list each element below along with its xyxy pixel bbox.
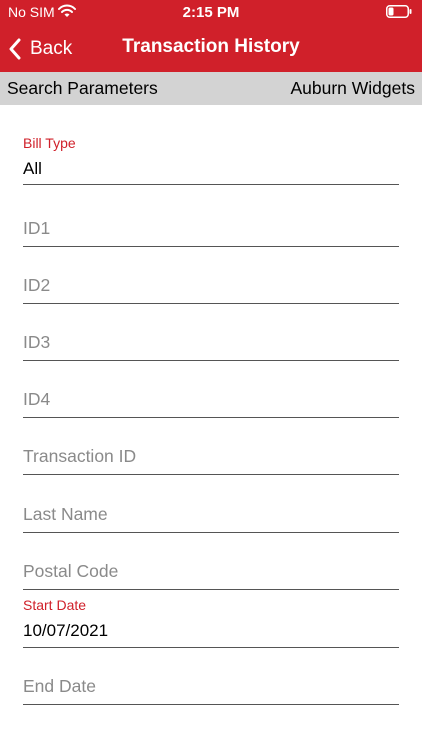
status-time: 2:15 PM — [182, 4, 240, 21]
app-header: No SIM 2:15 PM Back Transaction History — [0, 0, 422, 72]
id1-placeholder: ID1 — [23, 218, 51, 238]
transaction-id-field[interactable]: Transaction ID — [23, 433, 399, 475]
search-parameters-bar: Search Parameters Auburn Widgets — [0, 72, 422, 105]
postal-code-field[interactable]: Postal Code — [23, 548, 399, 590]
navigation-bar: Back Transaction History — [0, 26, 422, 72]
bill-type-field[interactable]: Bill Type All — [23, 135, 399, 185]
postal-code-placeholder: Postal Code — [23, 561, 119, 581]
last-name-placeholder: Last Name — [23, 504, 108, 524]
id2-placeholder: ID2 — [23, 275, 51, 295]
bill-type-label: Bill Type — [23, 135, 76, 151]
id1-field[interactable]: ID1 — [23, 205, 399, 247]
end-date-field[interactable]: End Date — [23, 663, 399, 705]
bill-type-value: All — [23, 159, 42, 178]
transaction-id-placeholder: Transaction ID — [23, 446, 137, 466]
id4-field[interactable]: ID4 — [23, 376, 399, 418]
status-bar: No SIM 2:15 PM — [0, 0, 422, 26]
last-name-field[interactable]: Last Name — [23, 491, 399, 533]
page-title: Transaction History — [122, 36, 300, 57]
merchant-name: Auburn Widgets — [290, 78, 415, 98]
id2-field[interactable]: ID2 — [23, 262, 399, 304]
start-date-label: Start Date — [23, 597, 87, 613]
end-date-placeholder: End Date — [23, 676, 96, 696]
id3-field[interactable]: ID3 — [23, 319, 399, 361]
id3-placeholder: ID3 — [23, 332, 51, 352]
start-date-field[interactable]: Start Date 10/07/2021 — [23, 597, 399, 648]
search-parameters-label: Search Parameters — [7, 78, 158, 98]
start-date-value: 10/07/2021 — [23, 621, 109, 640]
id4-placeholder: ID4 — [23, 389, 51, 409]
battery-icon — [386, 5, 412, 18]
